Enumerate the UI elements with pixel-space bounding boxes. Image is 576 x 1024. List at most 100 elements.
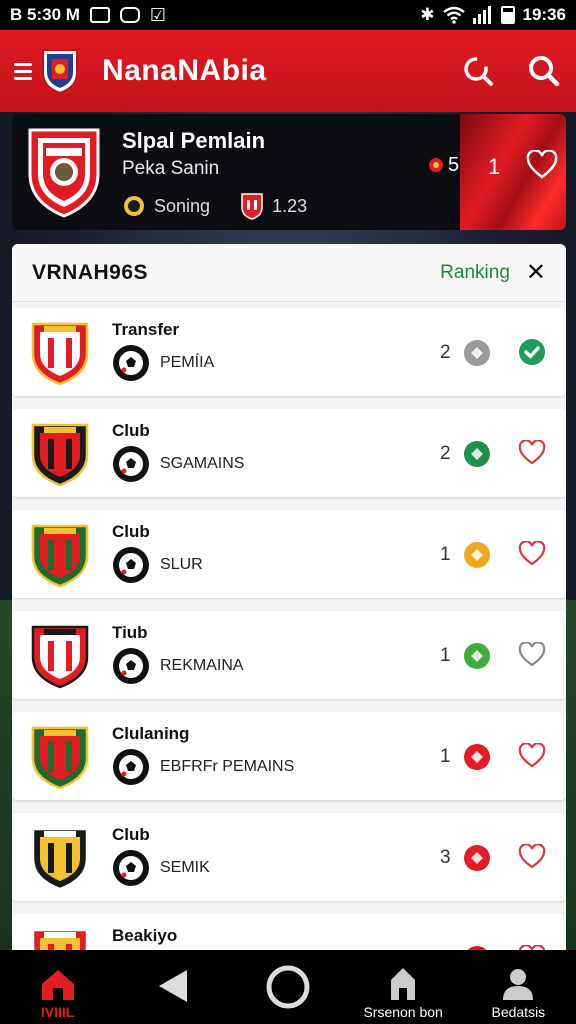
soccer-ball-icon bbox=[113, 547, 149, 583]
building-icon bbox=[391, 968, 416, 1000]
list-item[interactable]: Tiub REKMAINA 1 bbox=[12, 611, 566, 699]
soccer-player-icon bbox=[124, 196, 144, 216]
club-crest-icon bbox=[31, 423, 89, 487]
nav-season[interactable]: Srsenon bon bbox=[348, 966, 458, 1020]
club-crest-icon bbox=[31, 827, 89, 891]
favorite-button[interactable] bbox=[516, 538, 548, 570]
check-icon: ☑ bbox=[149, 4, 167, 25]
row-subtitle: SEMIK bbox=[160, 859, 210, 876]
featured-club-crest bbox=[28, 128, 100, 218]
trophy-icon bbox=[429, 157, 443, 172]
list-item[interactable]: Club SEMIK 3 bbox=[12, 813, 566, 901]
heart-outline-icon bbox=[526, 149, 558, 179]
soccer-ball-icon bbox=[113, 648, 149, 684]
row-label: Club bbox=[112, 522, 150, 541]
status-bar: B 5:30 M ☑ ✱ 19:36 bbox=[0, 0, 576, 30]
status-badge bbox=[464, 744, 490, 770]
club-crest-icon bbox=[31, 726, 89, 790]
badge-emblem-icon bbox=[471, 347, 483, 359]
list-item[interactable]: Beakiyo bbox=[12, 914, 566, 950]
favorite-button[interactable] bbox=[516, 942, 548, 950]
app-title: NanaNAbia bbox=[102, 54, 267, 87]
search-refresh-icon bbox=[464, 57, 493, 86]
confirm-button[interactable] bbox=[516, 336, 548, 368]
badge-emblem-icon bbox=[471, 650, 483, 662]
soccer-ball-icon bbox=[113, 345, 149, 381]
nav-profile[interactable]: Bedatsis bbox=[463, 966, 573, 1020]
nav-season-label: Srsenon bon bbox=[363, 1004, 443, 1020]
search-icon bbox=[529, 56, 560, 87]
featured-count-value: 5 bbox=[448, 154, 460, 176]
soccer-ball-icon bbox=[113, 446, 149, 482]
bluetooth-icon: ✱ bbox=[420, 5, 435, 24]
row-rank-number: 1 bbox=[440, 645, 451, 666]
badge-emblem-icon bbox=[471, 751, 483, 763]
status-badge bbox=[464, 441, 490, 467]
battery-icon bbox=[500, 6, 515, 24]
row-rank-number: 2 bbox=[440, 443, 451, 464]
home-icon bbox=[41, 970, 74, 1000]
check-circle-icon bbox=[519, 339, 545, 365]
nav-home-circle[interactable] bbox=[233, 964, 343, 1020]
row-rank-number: 3 bbox=[440, 847, 451, 868]
refresh-search-button[interactable] bbox=[460, 53, 496, 89]
row-rank-number: 1 bbox=[440, 746, 451, 767]
club-crest-icon bbox=[31, 625, 89, 689]
home-circle-icon bbox=[266, 965, 310, 1009]
favorite-button[interactable] bbox=[516, 740, 548, 772]
row-label: Beakiyo bbox=[112, 926, 178, 945]
status-badge bbox=[464, 845, 490, 871]
heart-outline-icon bbox=[518, 440, 546, 465]
signal-icon bbox=[472, 6, 491, 24]
heart-outline-icon bbox=[518, 642, 546, 667]
featured-subtitle: Peka Sanin bbox=[122, 158, 220, 179]
club-crest-icon bbox=[31, 524, 89, 588]
list-item[interactable]: Transfer PEMÍIA 2 bbox=[12, 308, 566, 396]
favorite-button[interactable] bbox=[516, 841, 548, 873]
panel-header: VRNAH96S Ranking ✕ bbox=[12, 244, 566, 302]
menu-icon[interactable] bbox=[14, 62, 32, 80]
featured-title: Slpal Pemlain bbox=[122, 128, 266, 153]
favorite-button[interactable] bbox=[516, 639, 548, 671]
close-icon[interactable]: ✕ bbox=[526, 258, 546, 287]
featured-count: 5 bbox=[428, 154, 459, 177]
list-item[interactable]: Clulaning EBFRFr PEMAINS 1 bbox=[12, 712, 566, 800]
list-item[interactable]: Club SGAMAINS 2 bbox=[12, 409, 566, 497]
profile-icon bbox=[503, 969, 534, 1000]
row-subtitle: SLUR bbox=[160, 556, 203, 573]
badge-emblem-icon bbox=[471, 549, 483, 561]
featured-player-card[interactable]: Slpal Pemlain Peka Sanin Soning 1.23 5 1 bbox=[12, 114, 566, 230]
back-triangle-icon bbox=[158, 970, 187, 1002]
featured-favorite-button[interactable] bbox=[526, 149, 558, 185]
nav-home[interactable]: IVIIIL bbox=[3, 966, 113, 1020]
heart-outline-icon bbox=[518, 743, 546, 768]
soccer-ball-icon bbox=[113, 850, 149, 886]
soccer-ball-icon bbox=[113, 749, 149, 785]
panel-title: VRNAH96S bbox=[32, 260, 149, 284]
app-logo bbox=[42, 49, 78, 95]
row-subtitle: PEMÍIA bbox=[160, 354, 215, 371]
favorite-button[interactable] bbox=[516, 437, 548, 469]
row-label: Transfer bbox=[112, 320, 180, 339]
nav-back[interactable] bbox=[118, 966, 228, 1020]
featured-stat-value: 1.23 bbox=[272, 195, 308, 216]
search-button[interactable] bbox=[526, 53, 562, 89]
app-bar: NanaNAbia bbox=[0, 30, 576, 112]
ranking-tab[interactable]: Ranking bbox=[440, 262, 510, 284]
featured-stat-label: Soning bbox=[154, 195, 211, 216]
row-rank-number: 1 bbox=[440, 544, 451, 565]
heart-outline-icon bbox=[518, 541, 546, 566]
ranking-panel: VRNAH96S Ranking ✕ Transfer PEMÍIA 2 Club SG… bbox=[12, 244, 566, 950]
row-rank-number: 2 bbox=[440, 342, 451, 363]
heart-outline-icon bbox=[518, 844, 546, 869]
club-badge-icon bbox=[241, 193, 263, 220]
row-subtitle: EBFRFr PEMAINS bbox=[160, 758, 295, 775]
status-left-text: B 5:30 M bbox=[10, 5, 80, 24]
list-item[interactable]: Club SLUR 1 bbox=[12, 510, 566, 598]
status-time: 19:36 bbox=[522, 5, 566, 24]
row-label: Tiub bbox=[112, 623, 148, 642]
shield-icon bbox=[119, 7, 140, 23]
row-label: Clulaning bbox=[112, 724, 190, 743]
status-badge bbox=[464, 340, 490, 366]
bottom-navigation: IVIIIL Srsenon bon Bedatsis bbox=[0, 950, 576, 1024]
